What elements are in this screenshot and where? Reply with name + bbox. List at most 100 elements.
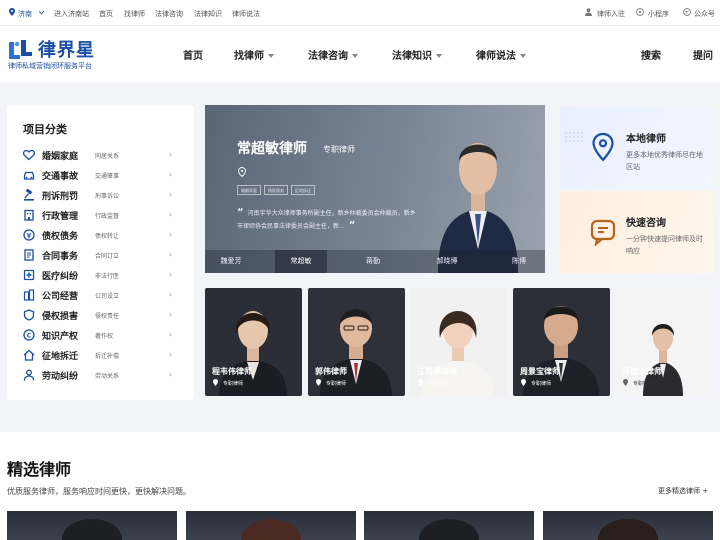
lawyer-portrait [62, 519, 122, 540]
category-sub: 拆迁补偿 [95, 353, 120, 360]
nav-ask[interactable]: 提问 [693, 47, 713, 62]
lawyer-portrait [513, 288, 610, 396]
mini-program-icon [636, 8, 644, 16]
hero-tag: 债权债务 [264, 185, 288, 195]
top-link-knowledge[interactable]: 法律知识 [194, 9, 222, 19]
hero-tab[interactable]: 蒋勤 [347, 250, 399, 273]
lawyer-name: 郭伟律师 [315, 367, 347, 376]
user-icon [585, 8, 592, 16]
nav-find-lawyer[interactable]: 找律师 [234, 47, 274, 62]
featured-lawyer-card[interactable] [543, 511, 713, 540]
chevron-down-icon [520, 54, 526, 58]
category-label: 征地拆迁 [42, 352, 79, 362]
nav-home[interactable]: 首页 [183, 47, 203, 62]
category-item-company[interactable]: 公司经营 公司设立 › [23, 289, 183, 303]
category-sub: 合同订立 [95, 253, 120, 260]
chevron-right-icon: › [169, 310, 173, 319]
category-item-marriage[interactable]: 婚姻家庭 同居关系 › [23, 149, 183, 163]
nav-search[interactable]: 搜索 [641, 47, 661, 62]
category-label: 债权债务 [42, 232, 79, 242]
chevron-right-icon: › [169, 250, 173, 259]
category-item-demolition[interactable]: 征地拆迁 拆迁补偿 › [23, 349, 183, 363]
brand-name[interactable]: 律界星 [38, 36, 95, 62]
lawyer-card[interactable]: 江南燕律师 专职律师 [410, 288, 507, 396]
lawyer-card[interactable]: 程韦伟律师 专职律师 [205, 288, 302, 396]
chevron-right-icon: › [169, 370, 173, 379]
lawyer-portrait [205, 288, 302, 396]
category-item-ip[interactable]: C 知识产权 著作权 › [23, 329, 183, 343]
car-icon [23, 171, 35, 180]
category-sub: 非法行医 [95, 273, 120, 280]
hero-tab[interactable]: 陈博 [493, 250, 545, 273]
featured-lawyer-card[interactable] [186, 511, 356, 540]
category-label: 知识产权 [42, 332, 79, 342]
lawyer-card[interactable]: 马德义律师 专职律师 [615, 288, 713, 396]
category-item-criminal[interactable]: 刑诉刑罚 刑事诉讼 › [23, 189, 183, 203]
promo-local-lawyer[interactable]: 本地律师 更多本地优秀律师尽在地区站 [560, 107, 713, 189]
featured-subtitle: 优质服务律师，服务响应时间更快，更快解决问题。 [7, 487, 191, 496]
top-link-enter-site[interactable]: 进入济南站 [54, 9, 89, 19]
nav-consult[interactable]: 法律咨询 [308, 47, 358, 62]
lawyer-title: 专职律师 [223, 381, 244, 387]
chevron-right-icon: › [169, 170, 173, 179]
dots-decoration-icon [565, 132, 583, 142]
nav-lawyer-talk[interactable]: 律师说法 [476, 47, 526, 62]
chevron-right-icon: › [169, 330, 173, 339]
nav-consult-label: 法律咨询 [308, 51, 348, 62]
location-pin-icon [213, 379, 218, 386]
gavel-icon [24, 189, 34, 201]
logo-icon[interactable] [8, 38, 34, 60]
category-label: 合同事务 [42, 252, 79, 262]
category-sub: 行政监督 [95, 213, 120, 220]
chevron-right-icon: › [169, 350, 173, 359]
top-link-lawyer-talk[interactable]: 律师说法 [232, 9, 260, 19]
category-label: 行政管理 [42, 212, 79, 222]
quote-open-icon: “ [237, 207, 244, 218]
city-selector[interactable]: 济南 [18, 9, 32, 19]
official-account-link[interactable]: 公众号 [694, 9, 715, 19]
top-link-home[interactable]: 首页 [99, 9, 113, 19]
category-label: 刑诉刑罚 [42, 192, 79, 202]
featured-lawyer-card[interactable] [7, 511, 177, 540]
brand-slogan: 律师私域营销闭环服务平台 [8, 62, 92, 70]
category-item-contract[interactable]: 合同事务 合同订立 › [23, 249, 183, 263]
hero-quote-text: 河南宇华大众律师事务所副主任，新乡仲裁委员会仲裁员，新乡市律师协会民事法律委员会… [237, 210, 416, 230]
chevron-right-icon: › [169, 150, 173, 159]
category-sub: 同居关系 [95, 153, 120, 160]
featured-lawyer-banner[interactable]: 常超敏律师 专职律师 婚姻家庭 债权债务 征地拆迁 “河南宇华大众律师事务所副主… [205, 105, 545, 273]
category-item-tort[interactable]: 侵权损害 侵权责任 › [23, 309, 183, 323]
hero-tab[interactable]: 魏爱芳 [205, 250, 257, 273]
lawyer-login-link[interactable]: 律师入驻 [597, 9, 625, 19]
nav-knowledge-label: 法律知识 [392, 51, 432, 62]
building-icon [24, 209, 34, 221]
category-item-administrative[interactable]: 行政管理 行政监督 › [23, 209, 183, 223]
lawyer-title: 专职律师 [326, 381, 347, 387]
hero-tab[interactable]: 郝晓博 [421, 250, 473, 273]
lawyer-portrait [598, 519, 658, 540]
hero-tab-active[interactable]: 常超敏 [275, 250, 327, 273]
lawyer-name: 程韦伟律师 [212, 367, 252, 376]
featured-lawyer-card[interactable] [364, 511, 534, 540]
lawyer-card[interactable]: 周景宝律师 专职律师 [513, 288, 610, 396]
quote-close-icon: ” [348, 220, 356, 231]
top-link-find-lawyer[interactable]: 找律师 [124, 9, 145, 19]
category-label: 医疗纠纷 [42, 272, 79, 282]
category-item-labor[interactable]: 劳动纠纷 劳动关系 › [23, 369, 183, 383]
top-link-consult[interactable]: 法律咨询 [155, 9, 183, 19]
promo-quick-consult[interactable]: 快速咨询 一分钟快速提问律师及时响应 [560, 191, 713, 273]
more-featured-link[interactable]: 更多精选律师 + [658, 486, 708, 496]
shield-icon [23, 309, 35, 321]
chevron-down-icon [39, 11, 44, 15]
location-pin-icon [592, 132, 614, 162]
chevron-right-icon: › [169, 190, 173, 199]
category-item-medical[interactable]: 医疗纠纷 非法行医 › [23, 269, 183, 283]
category-item-traffic[interactable]: 交通事故 交通肇事 › [23, 169, 183, 183]
nav-knowledge[interactable]: 法律知识 [392, 47, 442, 62]
promo-title: 快速咨询 [626, 218, 666, 229]
promo-desc: 更多本地优秀律师尽在地区站 [626, 151, 703, 171]
location-icon [9, 8, 15, 16]
mini-program-link[interactable]: 小程序 [648, 9, 669, 19]
category-item-debt[interactable]: 债权债务 债权转让 › [23, 229, 183, 243]
lawyer-card[interactable]: 郭伟律师 专职律师 [308, 288, 405, 396]
wechat-icon [683, 8, 691, 16]
